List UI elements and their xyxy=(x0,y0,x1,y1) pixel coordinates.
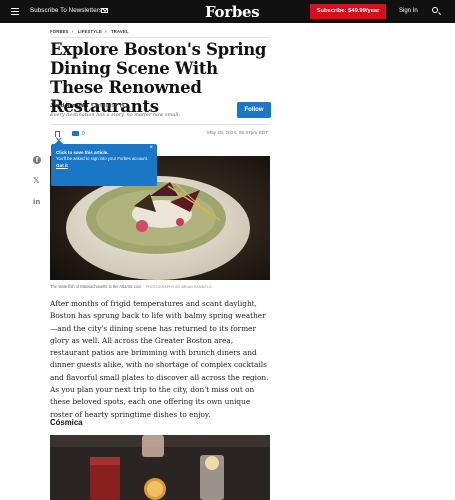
bookmark-icon[interactable] xyxy=(55,131,60,137)
comment-count[interactable]: 0 xyxy=(82,131,85,137)
author-tagline: Every destination has a story, no matter… xyxy=(50,112,181,118)
save-article-tooltip: × Click to save this article. You'll be … xyxy=(51,139,157,186)
author-line: Jared Ranahan Contributor xyxy=(50,103,125,109)
caption-text: The state fish of Massachusetts is the A… xyxy=(50,284,142,289)
sign-in-link[interactable]: Sign In xyxy=(399,8,418,14)
comment-icon[interactable] xyxy=(72,131,79,136)
got-it-link[interactable]: Got it xyxy=(56,163,152,168)
info-icon[interactable] xyxy=(120,103,125,108)
divider xyxy=(50,124,270,125)
breadcrumb-item-forbes[interactable]: FORBES xyxy=(50,29,69,34)
section-image xyxy=(50,435,270,500)
search-icon[interactable] xyxy=(432,7,438,13)
section-heading: Cósmica xyxy=(50,418,83,427)
close-icon[interactable]: × xyxy=(149,145,153,151)
tooltip-arrow xyxy=(54,139,64,149)
breadcrumb-item-lifestyle[interactable]: LIFESTYLE xyxy=(78,29,102,34)
subscribe-newsletters-link[interactable]: Subscribe To Newsletters xyxy=(30,7,102,14)
breadcrumb-separator: › xyxy=(105,29,107,34)
hamburger-menu-icon[interactable] xyxy=(11,8,19,15)
publish-date: May 28, 2024, 05:37pm EDT xyxy=(207,131,269,136)
photo-credit: PHOTOGRAPHY BY BRIAN SAMUELS xyxy=(145,285,212,289)
image-caption: The state fish of Massachusetts is the A… xyxy=(50,284,212,289)
tooltip-body: You'll be asked to sign into your Forbes… xyxy=(56,156,149,161)
tooltip-title: Click to save this article. xyxy=(56,150,109,155)
author-name[interactable]: Jared Ranahan xyxy=(50,103,88,109)
forbes-logo[interactable]: Forbes xyxy=(205,3,260,21)
article-paragraph: After months of frigid temperatures and … xyxy=(50,299,269,419)
breadcrumb-separator: › xyxy=(71,29,74,34)
mail-icon[interactable] xyxy=(101,8,108,13)
linkedin-icon[interactable]: in xyxy=(33,198,40,206)
author-role: Contributor xyxy=(91,103,118,109)
follow-button[interactable]: Follow xyxy=(237,102,271,118)
divider xyxy=(50,37,270,38)
breadcrumb-item-travel[interactable]: TRAVEL xyxy=(111,29,129,34)
cocktails-photo xyxy=(50,435,270,500)
subscribe-button[interactable]: Subscribe: $49.99/year xyxy=(310,4,386,19)
breadcrumb: FORBES › LIFESTYLE › TRAVEL xyxy=(50,29,132,34)
facebook-icon[interactable]: f xyxy=(33,156,41,164)
top-navigation-bar: Subscribe To Newsletters Forbes Subscrib… xyxy=(0,0,455,23)
x-icon[interactable]: 𝕏 xyxy=(33,176,39,185)
